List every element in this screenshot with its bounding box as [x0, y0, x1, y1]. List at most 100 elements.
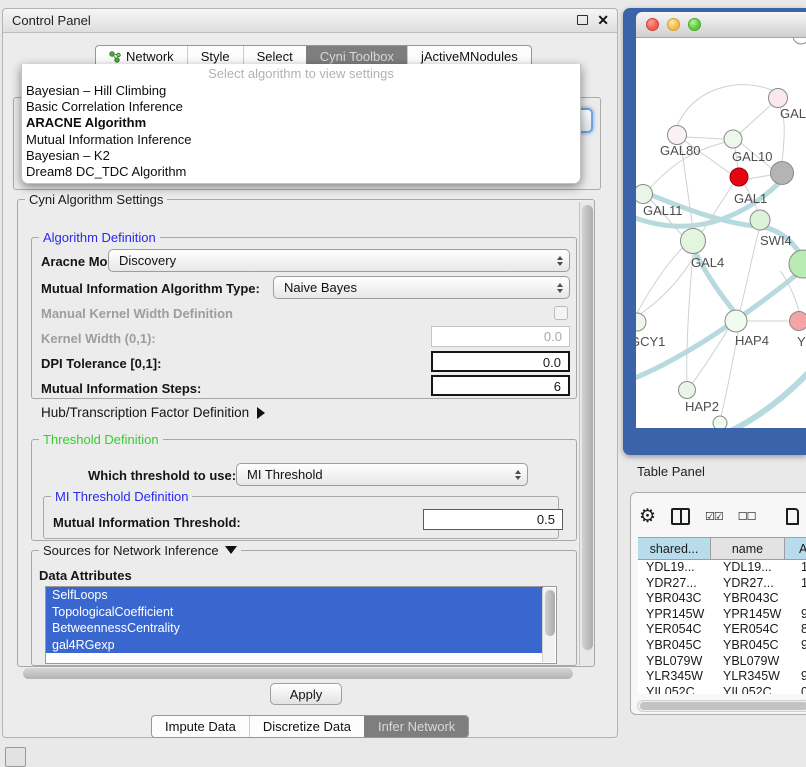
mi-threshold-field[interactable]: 0.5 — [423, 509, 563, 530]
manual-kernel-width-checkbox[interactable] — [554, 306, 568, 320]
table-row[interactable]: YPR145W YPR145W 9. — [638, 607, 806, 623]
node-unlabeled[interactable] — [713, 416, 727, 428]
table-horizontal-scrollbar[interactable] — [637, 700, 806, 712]
table-row[interactable]: YLR345W YLR345W 9. — [638, 669, 806, 685]
table-header-row: shared... name A — [638, 537, 806, 560]
sources-title-toggle[interactable]: Sources for Network Inference — [39, 543, 241, 558]
list-scrollbar[interactable] — [542, 588, 555, 662]
table-toolbar: ⚙ ☑☑ ☐☐ — [639, 501, 806, 531]
list-item[interactable]: BetweennessCentrality — [46, 620, 543, 637]
data-attributes-list[interactable]: SelfLoops TopologicalCoefficient Between… — [45, 586, 557, 664]
settings-horizontal-scrollbar[interactable] — [21, 667, 577, 681]
network-graph: GAL GAL80 GAL10 GAL1 GAL11 SWI4 GAL4 GCY… — [636, 38, 806, 428]
mi-algorithm-type-combobox[interactable]: Naive Bayes — [273, 276, 570, 299]
node-label: GAL10 — [732, 149, 772, 164]
node-label: GCY1 — [636, 334, 665, 349]
node-label: Y — [797, 334, 806, 349]
node-label: GAL — [780, 106, 806, 121]
which-threshold-label: Which threshold to use: — [88, 468, 236, 483]
dropdown-item-selected[interactable]: ARACNE Algorithm — [22, 115, 580, 131]
collapse-arrow-icon — [225, 546, 237, 554]
dropdown-item[interactable]: Dream8 DC_TDC Algorithm — [22, 164, 580, 180]
settings-vertical-scrollbar[interactable] — [579, 202, 594, 665]
node-swi4[interactable] — [750, 210, 770, 230]
close-icon[interactable]: ✕ — [597, 13, 609, 27]
node-gray[interactable] — [771, 162, 794, 185]
edge — [740, 104, 772, 133]
node-gal1-selected[interactable] — [730, 168, 748, 186]
node-attribute-table: shared... name A YDL19... YDL19... 13 YD… — [638, 537, 806, 694]
network-view-window[interactable]: GAL GAL80 GAL10 GAL1 GAL11 SWI4 GAL4 GCY… — [623, 8, 806, 455]
node-gal80[interactable] — [668, 126, 687, 145]
list-item[interactable]: TopologicalCoefficient — [46, 604, 543, 621]
tab-impute-data[interactable]: Impute Data — [152, 716, 249, 737]
mi-steps-field[interactable]: 6 — [431, 375, 570, 396]
table-row[interactable]: YDR27... YDR27... 12 — [638, 576, 806, 592]
dropdown-placeholder: Select algorithm to view settings — [22, 64, 580, 83]
dropdown-item[interactable]: Mutual Information Inference — [22, 132, 580, 148]
table-row[interactable]: YDL19... YDL19... 13 — [638, 560, 806, 576]
hub-definition-toggle[interactable]: Hub/Transcription Factor Definition — [41, 405, 265, 420]
node-hap2[interactable] — [679, 382, 696, 399]
tab-discretize-data[interactable]: Discretize Data — [249, 716, 364, 737]
dropdown-item[interactable]: Bayesian – K2 — [22, 148, 580, 164]
apply-button[interactable]: Apply — [270, 683, 342, 705]
close-traffic-light-icon[interactable] — [646, 18, 659, 31]
minimized-frame-icon[interactable] — [5, 747, 26, 767]
node-pink[interactable] — [790, 312, 806, 331]
which-threshold-combobox[interactable]: MI Threshold — [236, 463, 528, 486]
float-window-icon[interactable] — [577, 15, 588, 25]
select-all-checks-icon[interactable]: ☑☑ — [705, 510, 723, 523]
edge — [677, 85, 774, 126]
combo-spinner-icon — [549, 283, 563, 293]
node-hap4[interactable] — [725, 310, 747, 332]
network-canvas[interactable]: GAL GAL80 GAL10 GAL1 GAL11 SWI4 GAL4 GCY… — [636, 38, 806, 428]
table-row[interactable]: YER054C YER054C 8. — [638, 622, 806, 638]
node-gal11[interactable] — [636, 185, 653, 204]
node-gal-partial[interactable] — [769, 89, 788, 108]
mi-threshold-definition-title: MI Threshold Definition — [51, 489, 192, 504]
manual-kernel-width-label: Manual Kernel Width Definition — [41, 306, 233, 321]
kernel-width-field[interactable]: 0.0 — [431, 326, 570, 347]
edge — [702, 184, 733, 232]
dpi-tolerance-field[interactable]: 0.0 — [431, 351, 570, 372]
table-panel: ⚙ ☑☑ ☐☐ shared... name A YDL19... YDL19.… — [630, 492, 806, 715]
column-header[interactable]: A — [785, 538, 806, 559]
edge — [686, 137, 724, 139]
zoom-traffic-light-icon[interactable] — [688, 18, 701, 31]
tab-infer-network[interactable]: Infer Network — [364, 716, 468, 737]
list-item[interactable]: gal4RGexp — [46, 637, 543, 654]
list-item[interactable]: SelfLoops — [46, 587, 543, 604]
network-icon — [109, 51, 121, 63]
gear-icon[interactable]: ⚙ — [639, 507, 656, 526]
deselect-all-checks-icon[interactable]: ☐☐ — [738, 510, 756, 523]
minimize-traffic-light-icon[interactable] — [667, 18, 680, 31]
dropdown-item[interactable]: Basic Correlation Inference — [22, 99, 580, 115]
node-gal4[interactable] — [681, 229, 706, 254]
table-panel-title: Table Panel — [637, 464, 705, 479]
table-row[interactable]: YIL052C YIL052C 0. — [638, 685, 806, 694]
network-window-titlebar — [636, 12, 806, 38]
table-row[interactable]: YBR045C YBR045C 9. — [638, 638, 806, 654]
bottom-tabbar: Impute Data Discretize Data Infer Networ… — [151, 715, 469, 738]
algorithm-dropdown-popup: Select algorithm to view settings Bayesi… — [21, 64, 581, 184]
dropdown-item[interactable]: Bayesian – Hill Climbing — [22, 83, 580, 99]
threshold-definition-title: Threshold Definition — [39, 432, 163, 447]
control-panel-titlebar: Control Panel ✕ — [3, 9, 617, 33]
node-gal10[interactable] — [724, 130, 742, 148]
new-table-icon[interactable] — [786, 508, 799, 525]
node-unlabeled[interactable] — [793, 38, 806, 44]
mi-threshold-label: Mutual Information Threshold: — [53, 515, 241, 530]
node-label: GAL80 — [660, 143, 700, 158]
node-green-large[interactable] — [789, 250, 806, 278]
table-row[interactable]: YBL079W YBL079W — [638, 654, 806, 670]
edge — [740, 230, 759, 311]
column-header[interactable]: shared... — [638, 538, 711, 559]
columns-icon[interactable] — [671, 508, 690, 525]
table-row[interactable]: YBR043C YBR043C — [638, 591, 806, 607]
expand-arrow-icon — [257, 407, 265, 419]
node-label: SWI4 — [760, 233, 792, 248]
node-gcy1[interactable] — [636, 313, 646, 331]
aracne-mode-combobox[interactable]: Discovery — [108, 249, 570, 272]
column-header[interactable]: name — [711, 538, 785, 559]
